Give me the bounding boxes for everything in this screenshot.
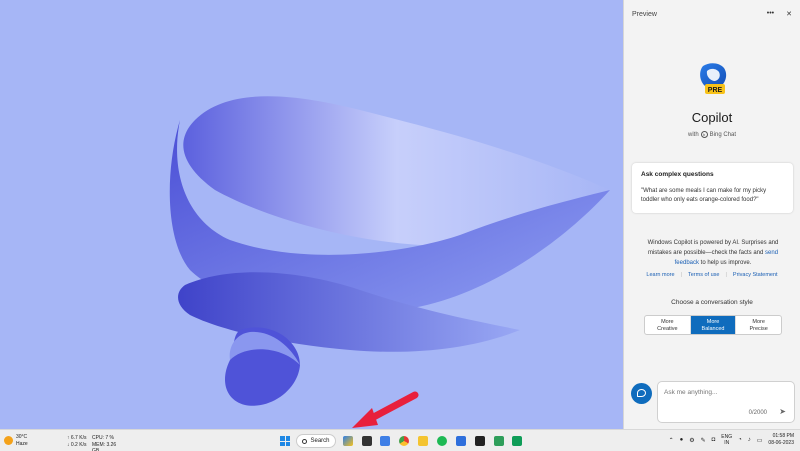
new-topic-button[interactable] — [631, 383, 652, 404]
send-icon[interactable]: ➤ — [779, 407, 786, 416]
ai-disclaimer: Windows Copilot is powered by AI. Surpri… — [638, 238, 788, 268]
card-body: "What are some meals I can make for my p… — [641, 188, 767, 203]
link-separator: | — [680, 272, 682, 278]
widgets-icon[interactable] — [380, 436, 390, 446]
app-icon[interactable] — [512, 436, 522, 446]
style-creative-button[interactable]: More Creative — [645, 316, 690, 334]
disclaimer-part2: to help us improve. — [699, 260, 752, 266]
desktop — [0, 0, 623, 429]
search-label: Search — [310, 438, 330, 444]
card-title: Ask complex questions — [641, 171, 714, 178]
chrome-icon[interactable] — [399, 436, 409, 446]
disclaimer-part1: Windows Copilot is powered by AI. Surpri… — [647, 240, 779, 256]
app-icon[interactable] — [494, 436, 504, 446]
app-icon[interactable] — [456, 436, 466, 446]
link-separator: | — [725, 272, 727, 278]
style-label: More — [752, 319, 765, 325]
learn-more-link[interactable]: Learn more — [646, 272, 674, 278]
with-bing-chat: with b Bing Chat — [624, 131, 800, 138]
volume-icon[interactable]: ♪ — [748, 437, 751, 443]
system-stats: ↑ 6.7 K/s CPU: 7 % ↓ 0.2 K/s MEM: 3.26 G… — [67, 435, 122, 451]
start-button[interactable] — [280, 436, 290, 446]
char-count: 0/2000 — [748, 410, 767, 416]
copilot-panel: Preview ••• ✕ PRE Copilot with b Bing Ch… — [623, 0, 800, 429]
style-balanced-button[interactable]: More Balanced — [689, 316, 736, 334]
suggestion-card[interactable]: Ask complex questions "What are some mea… — [632, 163, 793, 213]
notification-icon[interactable]: ◘ — [712, 437, 716, 443]
wifi-icon[interactable]: ◔ — [738, 437, 742, 443]
weather-temp: 30°C — [16, 434, 28, 440]
chat-box: 0/2000 ➤ — [657, 381, 795, 423]
time: 01:58 PM — [772, 433, 794, 439]
panel-controls: ••• ✕ — [767, 10, 792, 18]
search-icon — [302, 438, 308, 444]
battery-icon[interactable]: ▭ — [757, 437, 763, 444]
more-icon[interactable]: ••• — [767, 10, 774, 18]
language-indicator[interactable]: ENG IN — [721, 434, 732, 446]
with-brand: Bing Chat — [709, 131, 737, 138]
style-label: More — [706, 319, 720, 325]
copilot-logo: PRE — [700, 63, 727, 94]
style-label: More — [661, 319, 674, 325]
date: 08-06-2023 — [768, 440, 794, 446]
style-precise-button[interactable]: More Precise — [735, 316, 781, 334]
copilot-taskbar-icon[interactable] — [343, 436, 353, 446]
system-tray: ⌃ ● ⚙ ✎ ◘ ENG IN ◔ ♪ ▭ 01:58 PM 08-06-20… — [669, 433, 794, 447]
legal-links: Learn more | Terms of use | Privacy Stat… — [624, 272, 800, 278]
panel-header: Preview ••• ✕ — [632, 8, 792, 20]
style-label: Precise — [749, 326, 768, 332]
pen-icon[interactable]: ✎ — [701, 437, 706, 444]
panel-title: Preview — [632, 10, 657, 18]
weather-text: 30°C Haze — [16, 434, 28, 448]
privacy-statement-link[interactable]: Privacy Statement — [733, 272, 778, 278]
style-label: Creative — [657, 326, 678, 332]
settings-icon[interactable]: ⚙ — [689, 437, 694, 444]
chevron-up-icon[interactable]: ⌃ — [669, 437, 674, 444]
copilot-title: Copilot — [691, 110, 733, 125]
taskbar: 30°C Haze ↑ 6.7 K/s CPU: 7 % ↓ 0.2 K/s M… — [0, 429, 800, 451]
bing-icon: b — [700, 131, 708, 138]
taskbar-search[interactable]: Search — [296, 434, 336, 448]
sun-icon — [4, 436, 13, 445]
steam-icon[interactable]: ● — [680, 437, 684, 443]
lang-line2: IN — [724, 440, 730, 446]
terminal-icon[interactable] — [475, 436, 485, 446]
weather-widget[interactable]: 30°C Haze — [4, 434, 28, 448]
weather-cond: Haze — [16, 441, 28, 447]
red-arrow-annotation — [352, 391, 419, 428]
mem-usage: MEM: 3.26 GB — [92, 441, 117, 451]
windows-icon — [280, 436, 285, 441]
task-view-icon[interactable] — [362, 436, 372, 446]
style-label: Balanced — [701, 326, 725, 332]
ask-input[interactable] — [664, 389, 774, 396]
spotify-icon[interactable] — [437, 436, 447, 446]
terms-of-use-link[interactable]: Terms of use — [688, 272, 719, 278]
conversation-style-title: Choose a conversation style — [671, 299, 753, 306]
clock[interactable]: 01:58 PM 08-06-2023 — [768, 433, 794, 447]
conversation-style-selector: More Creative More Balanced More Precise — [644, 315, 782, 335]
with-prefix: with — [687, 131, 699, 138]
net-down: ↓ 0.2 K/s — [67, 441, 87, 448]
chat-bubble-icon — [637, 389, 646, 397]
file-explorer-icon[interactable] — [418, 436, 428, 446]
close-icon[interactable]: ✕ — [786, 10, 792, 18]
pre-badge: PRE — [708, 87, 723, 94]
